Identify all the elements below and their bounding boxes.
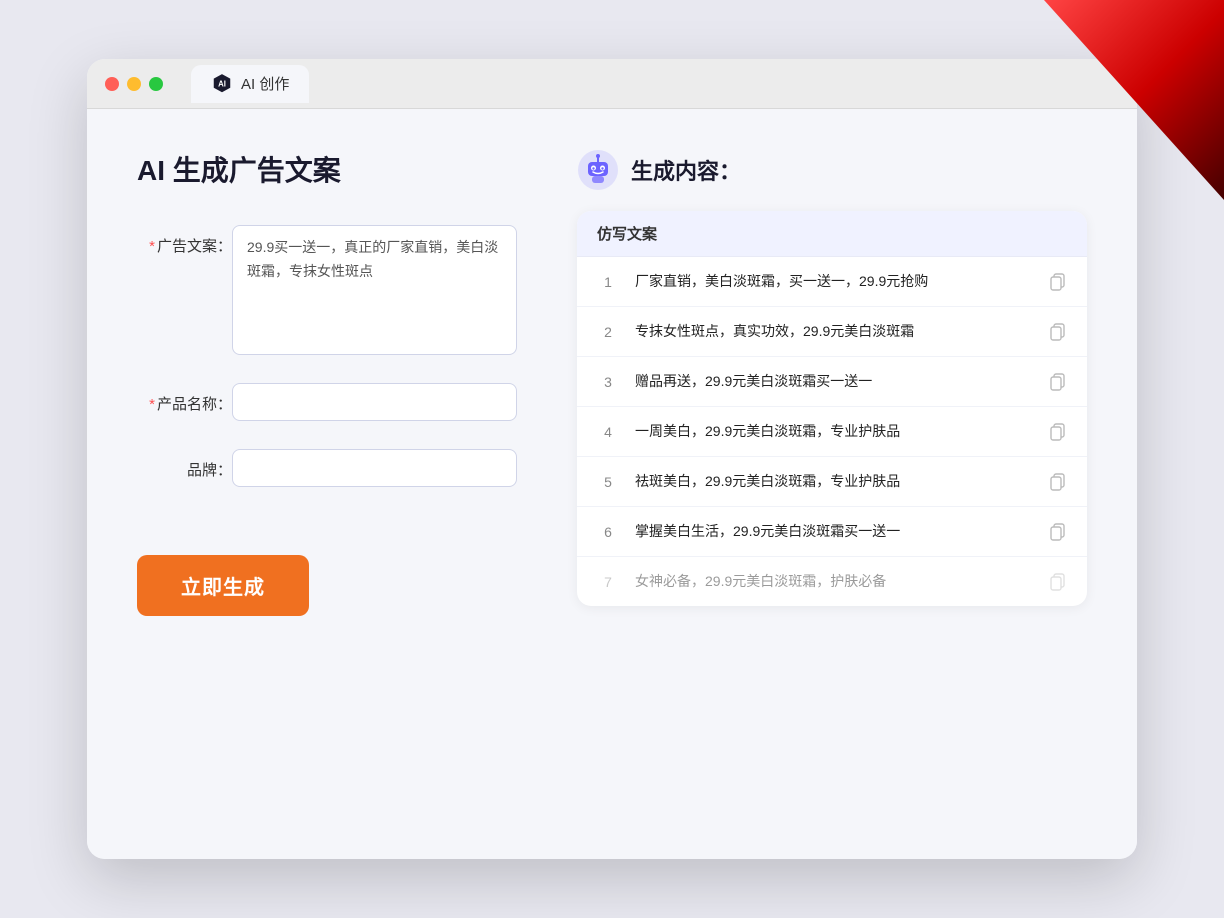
bot-icon bbox=[577, 149, 619, 191]
copy-icon[interactable] bbox=[1049, 573, 1067, 591]
product-name-input[interactable]: 美白淡斑霜 bbox=[232, 383, 517, 421]
ad-copy-label: *广告文案： bbox=[137, 225, 232, 256]
result-text: 祛斑美白，29.9元美白淡斑霜，专业护肤品 bbox=[635, 471, 1033, 492]
ad-copy-group: *广告文案： 29.9买一送一，真正的厂家直销，美白淡斑霜，专抹女性斑点 bbox=[137, 225, 517, 355]
ad-copy-required: * bbox=[149, 238, 155, 255]
product-name-required: * bbox=[149, 396, 155, 413]
result-text: 厂家直销，美白淡斑霜，买一送一，29.9元抢购 bbox=[635, 271, 1033, 292]
copy-icon[interactable] bbox=[1049, 373, 1067, 391]
result-text: 一周美白，29.9元美白淡斑霜，专业护肤品 bbox=[635, 421, 1033, 442]
results-list: 1 厂家直销，美白淡斑霜，买一送一，29.9元抢购 2 专抹女性斑点，真实功效，29… bbox=[577, 257, 1087, 606]
result-number: 6 bbox=[597, 524, 619, 540]
left-panel: AI 生成广告文案 *广告文案： 29.9买一送一，真正的厂家直销，美白淡斑霜，… bbox=[137, 149, 517, 616]
maximize-button[interactable] bbox=[149, 77, 163, 91]
table-row: 2 专抹女性斑点，真实功效，29.9元美白淡斑霜 bbox=[577, 307, 1087, 357]
results-card: 仿写文案 1 厂家直销，美白淡斑霜，买一送一，29.9元抢购 2 专抹女性斑点，真实… bbox=[577, 211, 1087, 606]
result-text: 掌握美白生活，29.9元美白淡斑霜买一送一 bbox=[635, 521, 1033, 542]
result-number: 1 bbox=[597, 274, 619, 290]
result-number: 7 bbox=[597, 574, 619, 590]
result-number: 2 bbox=[597, 324, 619, 340]
svg-text:AI: AI bbox=[218, 79, 226, 88]
product-name-label: *产品名称： bbox=[137, 383, 232, 414]
product-name-group: *产品名称： 美白淡斑霜 bbox=[137, 383, 517, 421]
traffic-lights bbox=[105, 77, 163, 91]
tab-label: AI 创作 bbox=[241, 73, 289, 94]
copy-icon[interactable] bbox=[1049, 523, 1067, 541]
browser-titlebar: AI AI 创作 bbox=[87, 59, 1137, 109]
result-text: 女神必备，29.9元美白淡斑霜，护肤必备 bbox=[635, 571, 1033, 592]
generate-button[interactable]: 立即生成 bbox=[137, 555, 309, 616]
results-title: 生成内容： bbox=[631, 154, 741, 186]
result-text: 专抹女性斑点，真实功效，29.9元美白淡斑霜 bbox=[635, 321, 1033, 342]
results-table-header: 仿写文案 bbox=[577, 211, 1087, 257]
result-number: 5 bbox=[597, 474, 619, 490]
brand-group: 品牌： 好白 bbox=[137, 449, 517, 487]
browser-window: AI AI 创作 AI 生成广告文案 *广告文案： 29.9买一送一，真正的厂家… bbox=[87, 59, 1137, 859]
results-header: 生成内容： bbox=[577, 149, 1087, 191]
result-text: 赠品再送，29.9元美白淡斑霜买一送一 bbox=[635, 371, 1033, 392]
minimize-button[interactable] bbox=[127, 77, 141, 91]
table-row: 5 祛斑美白，29.9元美白淡斑霜，专业护肤品 bbox=[577, 457, 1087, 507]
right-panel: 生成内容： 仿写文案 1 厂家直销，美白淡斑霜，买一送一，29.9元抢购 2 专抹女… bbox=[577, 149, 1087, 616]
close-button[interactable] bbox=[105, 77, 119, 91]
table-row: 1 厂家直销，美白淡斑霜，买一送一，29.9元抢购 bbox=[577, 257, 1087, 307]
copy-icon[interactable] bbox=[1049, 273, 1067, 291]
result-number: 4 bbox=[597, 424, 619, 440]
table-row: 7 女神必备，29.9元美白淡斑霜，护肤必备 bbox=[577, 557, 1087, 606]
copy-icon[interactable] bbox=[1049, 323, 1067, 341]
result-number: 3 bbox=[597, 374, 619, 390]
brand-input[interactable]: 好白 bbox=[232, 449, 517, 487]
table-row: 6 掌握美白生活，29.9元美白淡斑霜买一送一 bbox=[577, 507, 1087, 557]
main-layout: AI 生成广告文案 *广告文案： 29.9买一送一，真正的厂家直销，美白淡斑霜，… bbox=[137, 149, 1087, 616]
ad-copy-textarea[interactable]: 29.9买一送一，真正的厂家直销，美白淡斑霜，专抹女性斑点 bbox=[232, 225, 517, 355]
copy-icon[interactable] bbox=[1049, 473, 1067, 491]
brand-label: 品牌： bbox=[137, 449, 232, 480]
ai-creation-tab[interactable]: AI AI 创作 bbox=[191, 65, 309, 103]
page-title: AI 生成广告文案 bbox=[137, 149, 517, 189]
ai-tab-icon: AI bbox=[211, 73, 233, 95]
table-row: 3 赠品再送，29.9元美白淡斑霜买一送一 bbox=[577, 357, 1087, 407]
browser-content: AI 生成广告文案 *广告文案： 29.9买一送一，真正的厂家直销，美白淡斑霜，… bbox=[87, 109, 1137, 859]
table-row: 4 一周美白，29.9元美白淡斑霜，专业护肤品 bbox=[577, 407, 1087, 457]
copy-icon[interactable] bbox=[1049, 423, 1067, 441]
